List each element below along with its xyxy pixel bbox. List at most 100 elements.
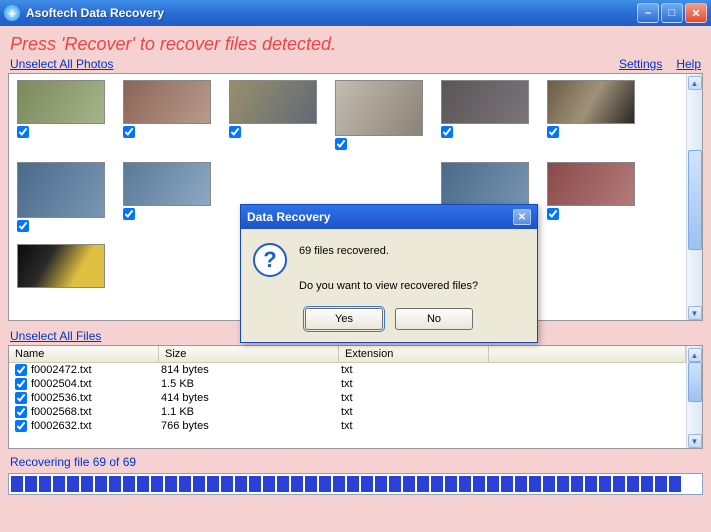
progress-bar bbox=[8, 473, 703, 495]
photo-thumbnail bbox=[441, 80, 529, 124]
progress-segment bbox=[361, 476, 373, 492]
photo-item[interactable] bbox=[17, 244, 105, 288]
progress-segment bbox=[263, 476, 275, 492]
scroll-up-icon[interactable]: ▲ bbox=[688, 348, 702, 362]
file-ext: txt bbox=[341, 392, 491, 404]
help-link[interactable]: Help bbox=[676, 57, 701, 71]
progress-segment bbox=[347, 476, 359, 492]
photo-checkbox[interactable] bbox=[547, 126, 559, 138]
dialog-message-2: Do you want to view recovered files? bbox=[299, 278, 478, 296]
file-ext: txt bbox=[341, 420, 491, 432]
table-row[interactable]: f0002472.txt814 bytestxt bbox=[9, 363, 686, 377]
progress-segment bbox=[67, 476, 79, 492]
file-checkbox[interactable] bbox=[15, 420, 27, 432]
table-row[interactable]: f0002536.txt414 bytestxt bbox=[9, 391, 686, 405]
progress-segment bbox=[109, 476, 121, 492]
col-ext[interactable]: Extension bbox=[339, 346, 489, 362]
progress-segment bbox=[11, 476, 23, 492]
photo-item[interactable] bbox=[17, 162, 105, 232]
scroll-handle[interactable] bbox=[688, 362, 702, 402]
scroll-down-icon[interactable]: ▼ bbox=[688, 434, 702, 448]
scroll-up-icon[interactable]: ▲ bbox=[688, 76, 702, 90]
photo-thumbnail bbox=[123, 162, 211, 206]
photo-checkbox[interactable] bbox=[123, 126, 135, 138]
table-row[interactable]: f0002632.txt766 bytestxt bbox=[9, 419, 686, 433]
photo-checkbox[interactable] bbox=[229, 126, 241, 138]
dialog-title: Data Recovery bbox=[247, 210, 330, 224]
col-name[interactable]: Name bbox=[9, 346, 159, 362]
photo-checkbox[interactable] bbox=[123, 208, 135, 220]
progress-segment bbox=[585, 476, 597, 492]
photo-thumbnail bbox=[17, 162, 105, 218]
progress-segment bbox=[557, 476, 569, 492]
photo-checkbox[interactable] bbox=[547, 208, 559, 220]
progress-segment bbox=[235, 476, 247, 492]
unselect-all-files-link[interactable]: Unselect All Files bbox=[10, 329, 101, 343]
dialog-message-1: 69 files recovered. bbox=[299, 243, 478, 261]
photo-item[interactable] bbox=[547, 162, 635, 232]
close-button[interactable]: ✕ bbox=[685, 3, 707, 23]
progress-segment bbox=[165, 476, 177, 492]
window-titlebar: + Asoftech Data Recovery – □ ✕ bbox=[0, 0, 711, 26]
photo-thumbnail bbox=[547, 80, 635, 124]
file-scrollbar[interactable]: ▲ ▼ bbox=[686, 346, 702, 448]
file-checkbox[interactable] bbox=[15, 406, 27, 418]
yes-button[interactable]: Yes bbox=[305, 308, 383, 330]
file-size: 814 bytes bbox=[161, 364, 341, 376]
progress-segment bbox=[571, 476, 583, 492]
files-panel: Name Size Extension f0002472.txt814 byte… bbox=[8, 345, 703, 449]
photo-item[interactable] bbox=[441, 80, 529, 150]
progress-segment bbox=[25, 476, 37, 492]
file-name: f0002504.txt bbox=[31, 378, 161, 390]
unselect-all-photos-link[interactable]: Unselect All Photos bbox=[10, 57, 113, 71]
progress-segment bbox=[207, 476, 219, 492]
file-checkbox[interactable] bbox=[15, 364, 27, 376]
photo-scrollbar[interactable]: ▲ ▼ bbox=[686, 74, 702, 320]
progress-segment bbox=[459, 476, 471, 492]
file-ext: txt bbox=[341, 364, 491, 376]
question-icon: ? bbox=[253, 243, 287, 277]
progress-segment bbox=[641, 476, 653, 492]
photo-item[interactable] bbox=[123, 80, 211, 150]
photo-checkbox[interactable] bbox=[441, 126, 453, 138]
photo-item[interactable] bbox=[229, 80, 317, 150]
col-size[interactable]: Size bbox=[159, 346, 339, 362]
progress-segment bbox=[501, 476, 513, 492]
progress-segment bbox=[473, 476, 485, 492]
progress-segment bbox=[403, 476, 415, 492]
progress-segment bbox=[39, 476, 51, 492]
file-checkbox[interactable] bbox=[15, 378, 27, 390]
maximize-button[interactable]: □ bbox=[661, 3, 683, 23]
photo-checkbox[interactable] bbox=[17, 220, 29, 232]
photo-thumbnail bbox=[17, 80, 105, 124]
settings-link[interactable]: Settings bbox=[619, 57, 662, 71]
photo-thumbnail bbox=[123, 80, 211, 124]
photo-checkbox[interactable] bbox=[335, 138, 347, 150]
minimize-button[interactable]: – bbox=[637, 3, 659, 23]
photo-item[interactable] bbox=[547, 80, 635, 150]
file-checkbox[interactable] bbox=[15, 392, 27, 404]
photo-item[interactable] bbox=[335, 80, 423, 150]
progress-segment bbox=[249, 476, 261, 492]
status-text: Recovering file 69 of 69 bbox=[8, 449, 703, 473]
progress-segment bbox=[627, 476, 639, 492]
dialog-close-button[interactable]: ✕ bbox=[513, 209, 531, 225]
file-ext: txt bbox=[341, 378, 491, 390]
scroll-down-icon[interactable]: ▼ bbox=[688, 306, 702, 320]
progress-segment bbox=[613, 476, 625, 492]
scroll-handle[interactable] bbox=[688, 150, 702, 250]
photo-checkbox[interactable] bbox=[17, 126, 29, 138]
progress-segment bbox=[81, 476, 93, 492]
table-row[interactable]: f0002568.txt1.1 KBtxt bbox=[9, 405, 686, 419]
no-button[interactable]: No bbox=[395, 308, 473, 330]
photo-item[interactable] bbox=[17, 80, 105, 150]
progress-segment bbox=[445, 476, 457, 492]
photo-item[interactable] bbox=[123, 162, 211, 232]
progress-segment bbox=[333, 476, 345, 492]
file-name: f0002472.txt bbox=[31, 364, 161, 376]
photo-thumbnail bbox=[335, 80, 423, 136]
col-spacer bbox=[489, 346, 686, 362]
table-row[interactable]: f0002504.txt1.5 KBtxt bbox=[9, 377, 686, 391]
progress-segment bbox=[137, 476, 149, 492]
progress-segment bbox=[319, 476, 331, 492]
